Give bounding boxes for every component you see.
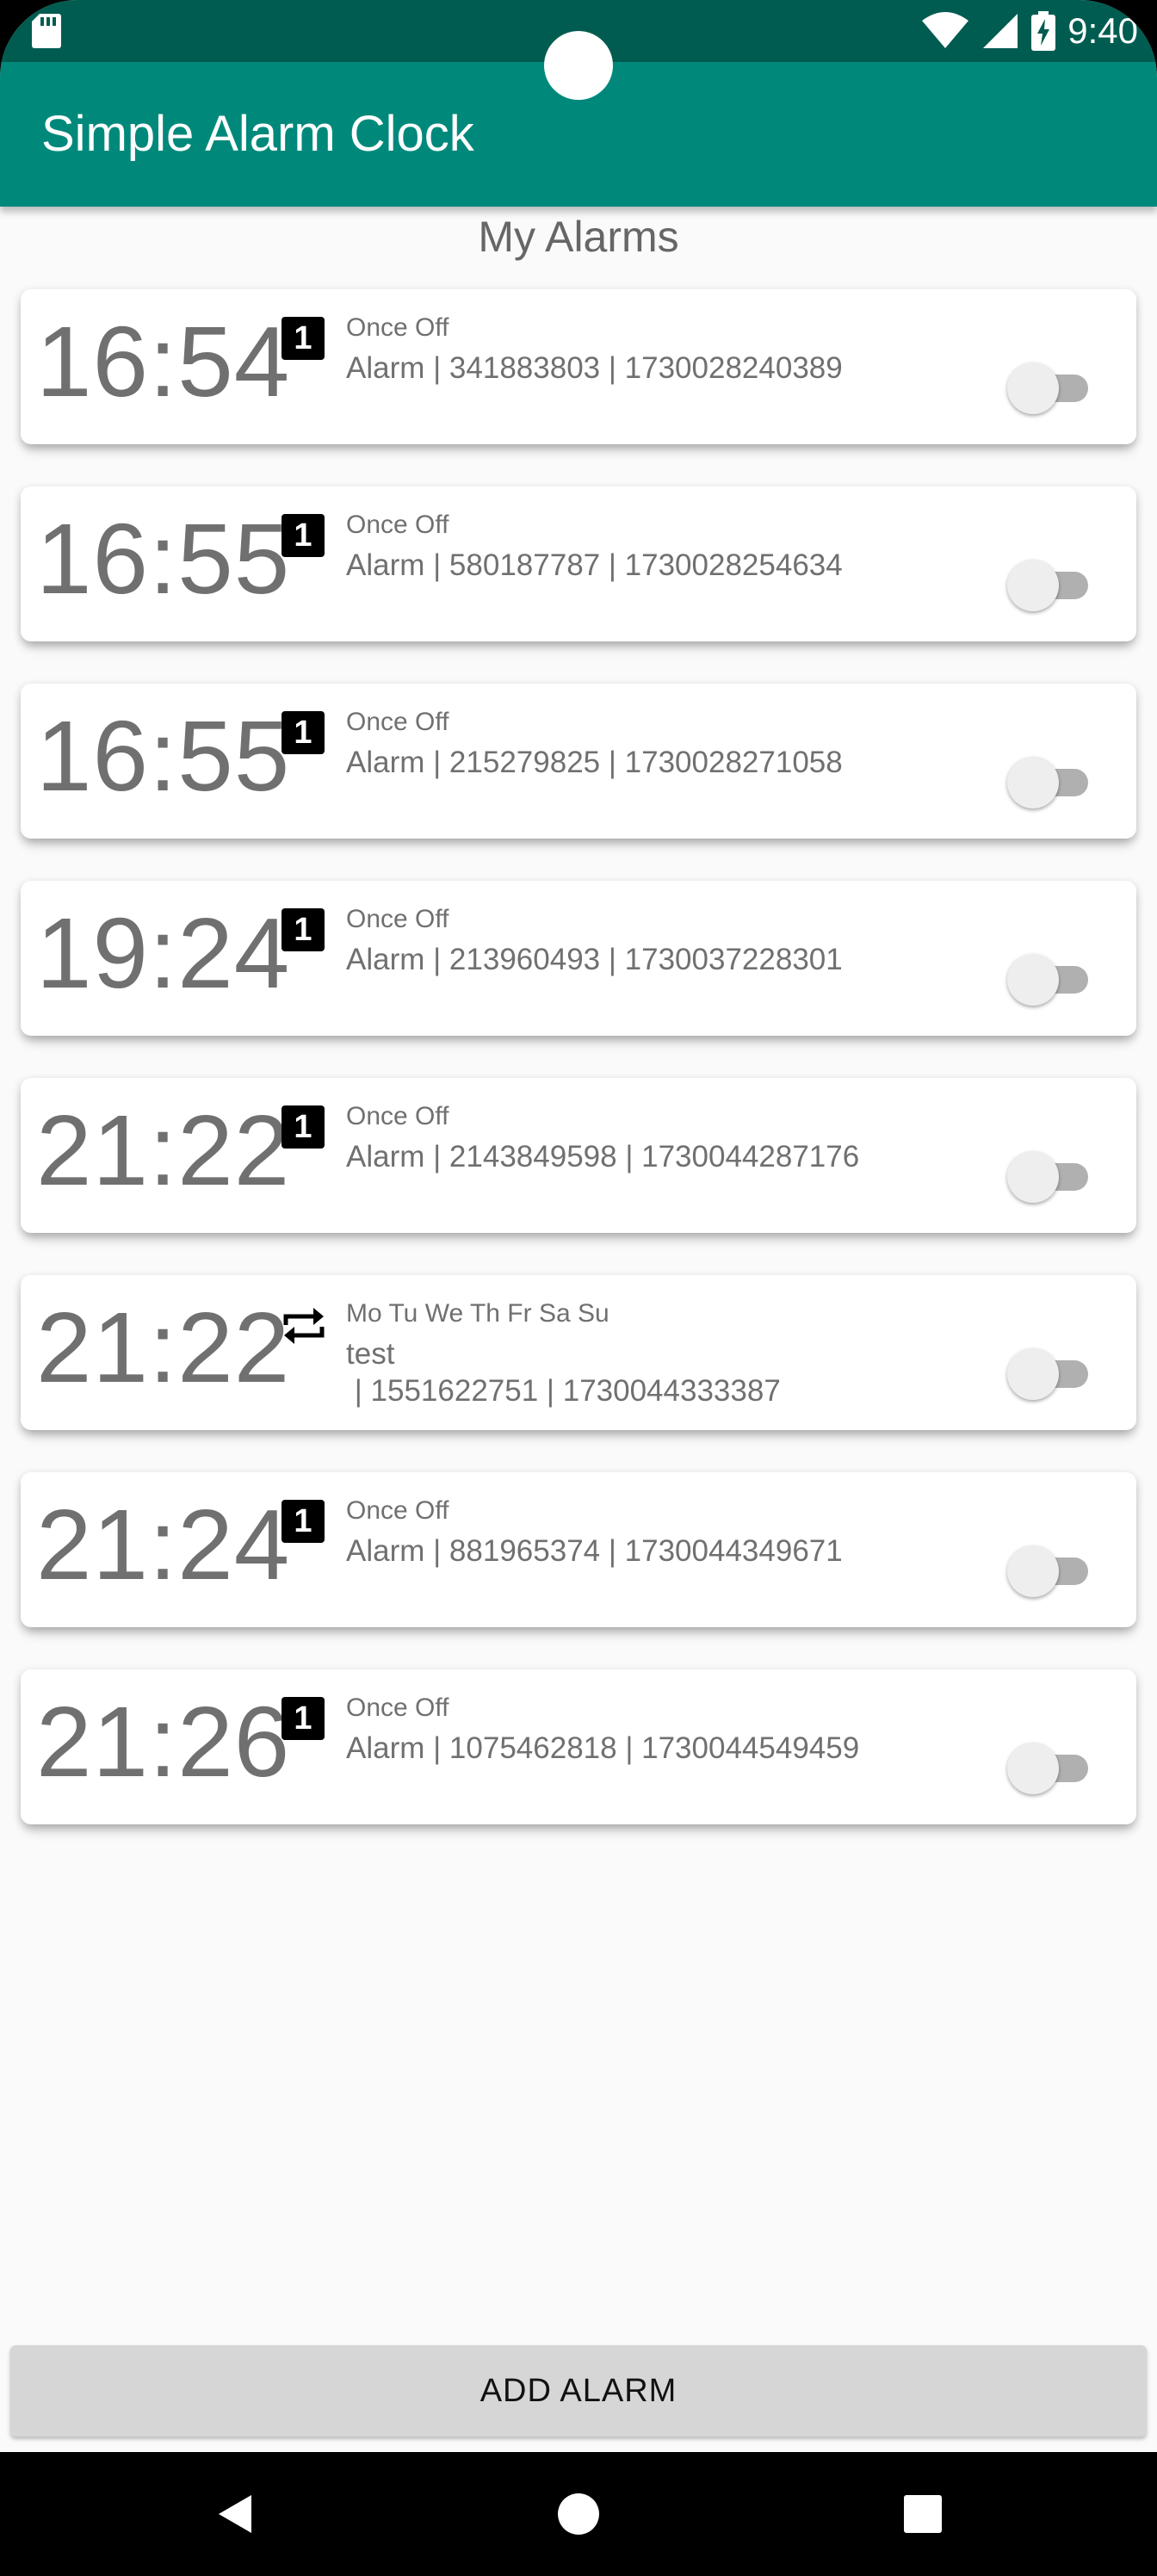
status-icons: 9:40 [921, 9, 1138, 53]
alarm-time: 21:22 [36, 1094, 291, 1206]
alarm-label: Alarm | 2143849598 | 1730044287176 [346, 1140, 860, 1173]
add-alarm-button[interactable]: ADD ALARM [10, 2345, 1147, 2437]
alarm-days: Once Off [346, 905, 449, 933]
toggle-thumb [1007, 1743, 1059, 1794]
alarm-label: Alarm | 341883803 | 1730028240389 [346, 351, 843, 385]
toggle-thumb [1007, 1545, 1059, 1597]
alarm-card[interactable]: 19:24 1 Once Off Alarm | 213960493 | 173003… [21, 881, 1136, 1036]
alarm-list[interactable]: 16:54 1 Once Off Alarm | 341883803 | 173002… [0, 272, 1157, 1848]
alarm-time: 21:26 [36, 1686, 291, 1798]
toggle-thumb [1007, 362, 1059, 414]
alarm-card[interactable]: 16:55 1 Once Off Alarm | 580187787 | 173002… [21, 486, 1136, 641]
section-title: My Alarms [478, 213, 679, 261]
alarm-days: Once Off [346, 1102, 449, 1130]
once-off-icon: 1 [282, 514, 325, 557]
alarm-card[interactable]: 16:55 1 Once Off Alarm | 215279825 | 173002… [21, 684, 1136, 839]
alarm-days: Once Off [346, 1694, 449, 1722]
alarm-label: test | 1551622751 | 1730044333387 [346, 1337, 781, 1408]
alarm-label: Alarm | 1075462818 | 1730044549459 [346, 1731, 860, 1765]
alarm-toggle[interactable] [1007, 360, 1097, 417]
alarm-days: Once Off [346, 708, 449, 736]
alarm-toggle[interactable] [1007, 1543, 1097, 1600]
sd-card-icon [32, 14, 61, 48]
toggle-thumb [1007, 757, 1059, 808]
alarm-label: Alarm | 881965374 | 1730044349671 [346, 1534, 843, 1568]
alarm-time: 19:24 [36, 897, 291, 1009]
once-off-icon: 1 [282, 1697, 325, 1740]
once-off-icon: 1 [282, 317, 325, 360]
toggle-thumb [1007, 954, 1059, 1006]
alarm-card[interactable]: 21:26 1 Once Off Alarm | 1075462818 | 17300… [21, 1669, 1136, 1824]
camera-cutout [544, 31, 613, 100]
alarm-toggle[interactable] [1007, 557, 1097, 614]
alarm-toggle[interactable] [1007, 1740, 1097, 1797]
alarm-card[interactable]: 16:54 1 Once Off Alarm | 341883803 | 173002… [21, 289, 1136, 444]
toggle-thumb [1007, 1151, 1059, 1203]
alarm-toggle[interactable] [1007, 754, 1097, 811]
once-off-icon: 1 [282, 908, 325, 951]
once-off-icon: 1 [282, 1105, 325, 1149]
alarm-toggle[interactable] [1007, 951, 1097, 1008]
alarm-card[interactable]: 21:24 1 Once Off Alarm | 881965374 | 173004… [21, 1472, 1136, 1627]
signal-icon [983, 14, 1018, 48]
back-icon[interactable] [203, 2483, 265, 2545]
once-off-icon: 1 [282, 1500, 325, 1543]
alarm-time: 21:22 [36, 1291, 291, 1403]
status-time: 9:40 [1067, 10, 1138, 51]
alarm-days: Mo Tu We Th Fr Sa Su [346, 1299, 609, 1328]
alarm-card[interactable]: 21:22 Mo Tu We Th Fr Sa Su test | 15516227… [21, 1275, 1136, 1430]
alarm-time: 16:55 [36, 700, 291, 812]
alarm-label: Alarm | 213960493 | 1730037228301 [346, 943, 843, 976]
alarm-days: Once Off [346, 511, 449, 539]
recents-icon[interactable] [892, 2483, 954, 2545]
toggle-thumb [1007, 1348, 1059, 1400]
alarm-days: Once Off [346, 313, 449, 342]
toggle-thumb [1007, 560, 1059, 611]
alarm-time: 16:55 [36, 503, 291, 615]
alarm-days: Once Off [346, 1496, 449, 1525]
alarm-time: 21:24 [36, 1489, 291, 1601]
alarm-card[interactable]: 21:22 1 Once Off Alarm | 2143849598 | 17300… [21, 1078, 1136, 1233]
alarm-label: Alarm | 215279825 | 1730028271058 [346, 746, 843, 779]
navigation-bar [0, 2452, 1157, 2576]
repeat-icon [283, 1308, 325, 1344]
once-off-icon: 1 [282, 711, 325, 754]
screen: 9:40 Simple Alarm Clock My Alarms 16:54 1… [0, 0, 1157, 2576]
alarm-toggle[interactable] [1007, 1346, 1097, 1403]
alarm-time: 16:54 [36, 306, 291, 418]
alarm-label: Alarm | 580187787 | 1730028254634 [346, 548, 843, 582]
home-icon[interactable] [548, 2483, 609, 2545]
wifi-icon [922, 12, 969, 48]
alarm-toggle[interactable] [1007, 1149, 1097, 1205]
battery-charging-icon [1031, 11, 1056, 51]
app-title: Simple Alarm Clock [41, 106, 474, 162]
